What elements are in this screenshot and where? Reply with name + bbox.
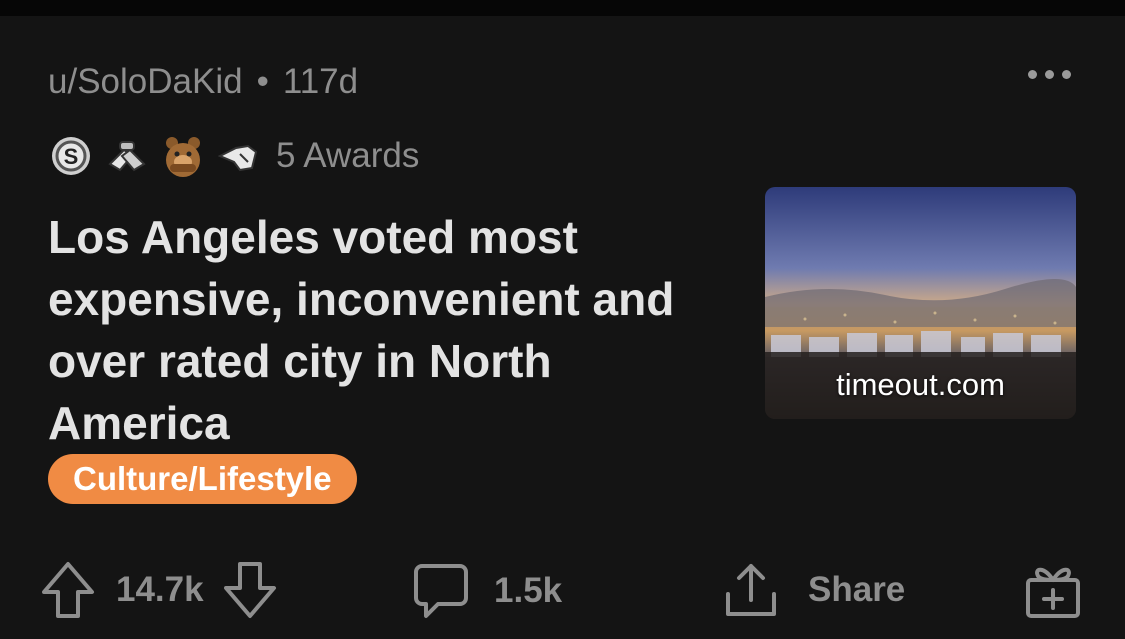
upvote-icon[interactable] <box>40 560 96 620</box>
share-icon <box>726 564 776 616</box>
more-dot <box>1045 70 1054 79</box>
vote-group: 14.7k <box>40 560 278 620</box>
username-link[interactable]: u/SoloDaKid <box>48 62 243 101</box>
pointing-hand-award-icon <box>218 144 258 172</box>
comment-bubble-icon <box>414 564 468 618</box>
award-button[interactable] <box>1024 560 1082 620</box>
comments-button[interactable]: 1.5k <box>412 562 562 620</box>
more-options-icon[interactable] <box>1028 70 1071 79</box>
bear-award-icon <box>166 137 200 177</box>
status-bar-strip <box>0 0 1125 16</box>
post-title[interactable]: Los Angeles voted most expensive, inconv… <box>48 206 738 454</box>
post-flair[interactable]: Culture/Lifestyle <box>48 454 357 504</box>
post-age: 117d <box>282 62 359 101</box>
share-button[interactable]: Share <box>722 560 905 620</box>
helpful-hands-award-icon <box>108 141 146 172</box>
downvote-icon[interactable] <box>222 560 278 620</box>
action-bar: 14.7k 1.5k Share <box>0 546 1125 626</box>
link-domain: timeout.com <box>836 367 1005 402</box>
link-thumbnail[interactable]: timeout.com <box>765 187 1076 419</box>
meta-separator: • <box>256 62 269 101</box>
gift-icon <box>1026 567 1080 618</box>
vote-score: 14.7k <box>116 570 204 609</box>
more-dot <box>1028 70 1037 79</box>
silver-award-icon: S <box>52 137 90 175</box>
awards-count: 5 Awards <box>276 136 420 175</box>
svg-text:S: S <box>64 144 79 169</box>
comment-count: 1.5k <box>494 571 563 610</box>
share-label: Share <box>808 570 906 609</box>
post-meta: u/SoloDaKid • 117d <box>48 62 358 102</box>
awards-row[interactable]: S 5 Awards <box>50 134 419 178</box>
post-card[interactable]: u/SoloDaKid • 117d S 5 Awards Los Angele… <box>0 16 1125 639</box>
more-dot <box>1062 70 1071 79</box>
